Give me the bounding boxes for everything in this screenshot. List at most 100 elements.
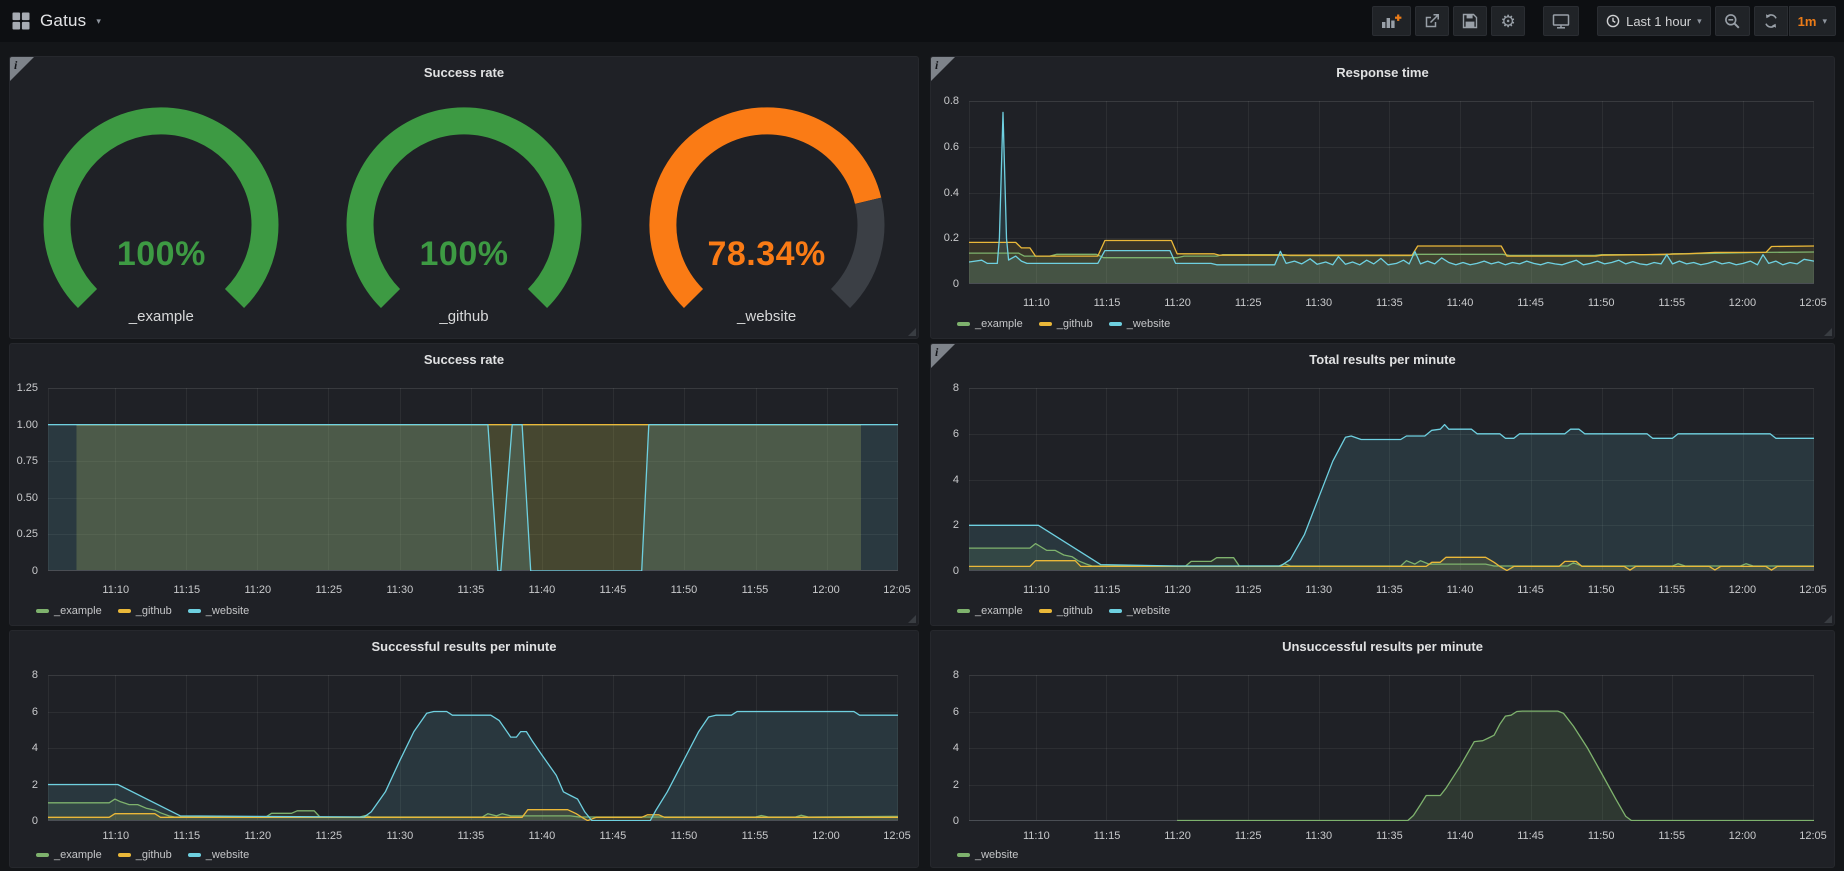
refresh-interval-caret-icon: ▾	[1822, 17, 1827, 26]
x-axis: 11:1011:1511:2011:2511:3011:3511:4011:45…	[970, 584, 1813, 597]
dashboard-grid: i Success rate 100% _example 100% _githu…	[0, 42, 1844, 868]
add-panel-button[interactable]	[1372, 6, 1411, 36]
x-tick-label: 12:05	[883, 830, 911, 842]
info-icon: i	[14, 58, 17, 73]
panel-resize-handle[interactable]	[1824, 615, 1832, 623]
legend-item-github[interactable]: _github	[1039, 605, 1093, 617]
panel-title[interactable]: Total results per minute	[931, 352, 1834, 367]
plot-area[interactable]	[48, 675, 898, 821]
panel-title[interactable]: Response time	[931, 65, 1834, 80]
legend-item-github[interactable]: _github	[118, 849, 172, 861]
y-tick-label: 0.2	[944, 232, 959, 244]
share-button[interactable]	[1415, 6, 1449, 36]
legend-item-website[interactable]: _website	[188, 605, 249, 617]
y-tick-label: 1.25	[17, 382, 38, 394]
response-time-chart: 00.20.40.60.8	[937, 101, 1814, 284]
x-tick-label: 11:30	[1305, 584, 1332, 596]
panel-resize-handle[interactable]	[908, 615, 916, 623]
tv-mode-button[interactable]	[1543, 6, 1579, 36]
x-tick-label: 11:25	[1235, 584, 1262, 596]
refresh-button[interactable]	[1754, 6, 1788, 36]
panel-title[interactable]: Success rate	[10, 65, 918, 80]
legend-item-example[interactable]: _example	[36, 849, 102, 861]
y-tick-label: 0.8	[944, 95, 959, 107]
panel-info-corner[interactable]: i	[10, 57, 34, 81]
dashboard-title[interactable]: Gatus	[40, 11, 86, 31]
magnifier-minus-icon	[1724, 13, 1741, 29]
x-tick-label: 12:00	[812, 830, 840, 842]
x-tick-label: 11:20	[1164, 584, 1191, 596]
legend-item-example[interactable]: _example	[957, 318, 1023, 330]
legend-item-example[interactable]: _example	[957, 605, 1023, 617]
x-tick-label: 11:40	[1447, 830, 1474, 842]
y-tick-label: 4	[953, 742, 959, 754]
panel-title[interactable]: Unsuccessful results per minute	[931, 639, 1834, 654]
x-tick-label: 11:30	[1305, 297, 1332, 309]
refresh-interval-button[interactable]: 1m ▾	[1789, 6, 1836, 36]
legend-item-example[interactable]: _example	[36, 605, 102, 617]
gauge-value: 100%	[314, 235, 614, 274]
floppy-icon	[1462, 13, 1478, 29]
save-button[interactable]	[1453, 6, 1487, 36]
x-tick-label: 11:50	[671, 584, 698, 596]
x-tick-label: 11:35	[458, 830, 485, 842]
x-tick-label: 11:45	[1517, 830, 1544, 842]
panel-resize-handle[interactable]	[1824, 328, 1832, 336]
time-range-button[interactable]: Last 1 hour ▾	[1597, 6, 1711, 36]
legend-label: _website	[206, 849, 249, 861]
y-tick-label: 8	[32, 669, 38, 681]
dashboard-title-caret-icon[interactable]: ▾	[96, 17, 101, 26]
settings-button[interactable]: ⚙	[1491, 6, 1525, 36]
legend-color-dash	[118, 853, 131, 857]
x-tick-label: 11:55	[1658, 830, 1685, 842]
legend-item-github[interactable]: _github	[118, 605, 172, 617]
panel-title[interactable]: Success rate	[10, 352, 918, 367]
panel-title[interactable]: Successful results per minute	[10, 639, 918, 654]
panel-resize-handle[interactable]	[908, 328, 916, 336]
panel-info-corner[interactable]: i	[931, 57, 955, 81]
y-tick-label: 0.4	[944, 187, 959, 199]
zoom-out-button[interactable]	[1715, 6, 1750, 36]
legend-item-website[interactable]: _website	[1109, 605, 1170, 617]
x-tick-label: 11:50	[671, 830, 698, 842]
legend-label: _github	[136, 849, 172, 861]
x-tick-label: 11:25	[315, 584, 342, 596]
x-axis: 11:1011:1511:2011:2511:3011:3511:4011:45…	[970, 297, 1813, 310]
y-tick-label: 0.50	[17, 492, 38, 504]
x-tick-label: 11:15	[173, 830, 200, 842]
plot-area[interactable]	[969, 388, 1814, 571]
y-tick-label: 2	[953, 519, 959, 531]
gauge-arc	[31, 103, 291, 318]
x-tick-label: 11:30	[386, 584, 413, 596]
legend-item-website[interactable]: _website	[1109, 318, 1170, 330]
x-tick-label: 11:30	[1305, 830, 1332, 842]
x-tick-label: 11:50	[1588, 297, 1615, 309]
y-tick-label: 6	[953, 706, 959, 718]
plot-area[interactable]	[969, 101, 1814, 284]
share-arrow-icon	[1424, 13, 1440, 29]
legend-label: _website	[1127, 318, 1170, 330]
legend-color-dash	[957, 322, 970, 326]
gauge-example: 100% _example	[11, 87, 311, 338]
x-tick-label: 11:50	[1588, 584, 1615, 596]
legend-color-dash	[1039, 322, 1052, 326]
legend-color-dash	[1109, 609, 1122, 613]
gauge-website: 78.34% _website	[617, 87, 917, 338]
panel-info-corner[interactable]: i	[931, 344, 955, 368]
legend-color-dash	[188, 853, 201, 857]
y-tick-label: 2	[953, 779, 959, 791]
legend-item-website[interactable]: _website	[957, 849, 1018, 861]
legend: _example _github _website	[957, 318, 1170, 330]
plot-area[interactable]	[48, 388, 898, 571]
x-tick-label: 11:35	[458, 584, 485, 596]
y-tick-label: 0.25	[17, 528, 38, 540]
x-tick-label: 12:05	[883, 584, 911, 596]
legend: _example _github _website	[957, 605, 1170, 617]
legend-item-github[interactable]: _github	[1039, 318, 1093, 330]
time-range-label: Last 1 hour	[1626, 14, 1691, 29]
legend-color-dash	[1039, 609, 1052, 613]
dashboard-grid-icon[interactable]	[12, 12, 30, 30]
x-tick-label: 11:25	[1235, 830, 1262, 842]
legend-item-website[interactable]: _website	[188, 849, 249, 861]
plot-area[interactable]	[969, 675, 1814, 821]
